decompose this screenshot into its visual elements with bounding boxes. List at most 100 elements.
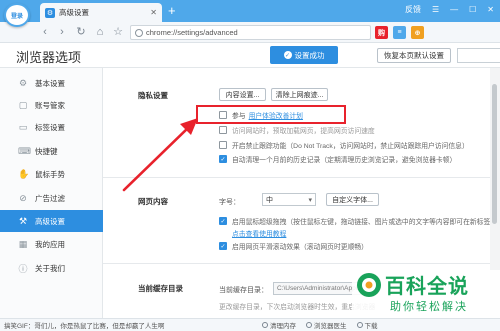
nav-bar: ‹ › ↻ ⌂ ☆ chrome://settings/advanced 购 ≡… (0, 22, 500, 43)
sidebar-item-label: 快捷键 (35, 146, 58, 156)
close-window-icon[interactable]: ✕ (487, 4, 494, 16)
minimize-icon[interactable]: — (450, 4, 458, 16)
restore-defaults-button[interactable]: 恢复本页默认设置 (377, 48, 451, 63)
save-success-toast: ✓ 设置成功 (270, 46, 338, 64)
memory-icon (262, 322, 268, 328)
favorites-icon[interactable]: ☆ (111, 26, 125, 39)
content-settings-button[interactable]: 内容设置... (219, 88, 266, 101)
maximize-icon[interactable]: ☐ (469, 4, 476, 16)
menu-icon[interactable]: ☰ (432, 4, 439, 16)
title-bar: ⚙ 高级设置 ✕ + 反馈 ☰ — ☐ ✕ (0, 0, 500, 22)
home-icon[interactable]: ⌂ (93, 26, 107, 39)
custom-font-button[interactable]: 自定义字体... (326, 193, 379, 206)
apps-icon: ▦ (18, 238, 28, 249)
page-info-icon (135, 28, 143, 37)
settings-tab-icon: ⚙ (45, 7, 55, 18)
sidebar-item-account[interactable]: ▢ 账号管家 (0, 94, 103, 116)
font-size-label: 字号： (219, 199, 240, 206)
font-size-select[interactable]: 中 ▾ (262, 193, 316, 206)
hand-icon: ✋ (18, 168, 30, 179)
sidebar-item-basic[interactable]: ⚙ 基本设置 (0, 72, 103, 94)
feedback-button[interactable]: 反馈 (405, 4, 421, 16)
status-news-ticker[interactable]: 搞笑GIF：哥们儿，你是热鼠了比赛，但是却赢了人生啊 (4, 320, 164, 330)
watermark-subtitle: 助你轻松解决 (390, 301, 468, 313)
web-content-section-title: 网页内容 (138, 197, 168, 206)
close-tab-icon[interactable]: ✕ (150, 8, 157, 17)
gear-icon: ⚙ (18, 77, 28, 88)
super-drag-tutorial[interactable]: 点击查看使用教程 (232, 228, 286, 238)
back-icon[interactable]: ‹ (38, 26, 52, 39)
tab-advanced-settings[interactable]: ⚙ 高级设置 ✕ (40, 3, 162, 22)
window-controls: 反馈 ☰ — ☐ ✕ (405, 4, 494, 16)
do-not-track-label: 开启禁止跟踪功能（Do Not Track，访问网站时，禁止网站跟踪用户访问信息… (232, 143, 469, 150)
download-label: 下载 (364, 323, 378, 330)
sidebar-item-label: 我的应用 (35, 239, 65, 249)
sidebar-item-label: 广告过滤 (35, 193, 65, 203)
check-icon: ✓ (283, 51, 292, 59)
tools-extension-icon[interactable]: ⊕ (411, 26, 424, 39)
settings-search-input[interactable] (457, 48, 500, 63)
prefetch-checkbox[interactable] (219, 126, 227, 134)
auto-clear-history-option[interactable]: ✓ 自动清理一个月前的历史记录（定期清理历史浏览记录，避免浏览器卡顿） (219, 154, 456, 164)
chevron-down-icon: ▾ (308, 196, 312, 204)
annotation-arrow (122, 118, 198, 192)
watermark-logo-icon (357, 273, 381, 297)
info-icon: ⓘ (18, 263, 28, 274)
super-drag-option[interactable]: ✓ 启用鼠标超级拖拽（按住鼠标左键，拖动链接、图片或选中的文字等内容即可在新标签… (219, 216, 500, 226)
watermark-title: 百科全说 (385, 276, 469, 298)
annotation-highlight-box (196, 105, 346, 124)
section-divider (103, 263, 490, 264)
sidebar-item-label: 关于我们 (35, 263, 65, 273)
sidebar-item-shortcuts[interactable]: ⌨ 快捷键 (0, 140, 103, 162)
browser-doctor-label: 浏览器医生 (314, 323, 347, 330)
browser-doctor-button[interactable]: 浏览器医生 (306, 320, 347, 330)
doctor-icon (306, 322, 312, 328)
auto-clear-checkbox[interactable]: ✓ (219, 155, 227, 163)
scrollbar-thumb[interactable] (492, 84, 497, 224)
page-title: 浏览器选项 (16, 50, 82, 65)
super-drag-checkbox[interactable]: ✓ (219, 217, 227, 225)
shopping-extension-icon[interactable]: 购 (375, 26, 388, 39)
save-success-text: 设置成功 (294, 50, 325, 60)
watermark: 百科全说 助你轻松解决 (352, 270, 500, 320)
block-icon: ⊘ (19, 192, 27, 203)
download-icon (356, 322, 363, 328)
new-tab-button[interactable]: + (168, 3, 176, 19)
sidebar-item-label: 基本设置 (35, 78, 65, 88)
sidebar-item-tabs[interactable]: ▭ 标签设置 (0, 116, 103, 138)
prefetch-option[interactable]: 访问网站时，预取加载网页，提高网页访问速度 (219, 125, 375, 135)
font-size-value: 中 (266, 196, 273, 204)
sidebar-item-adblock[interactable]: ⊘ 广告过滤 (0, 187, 103, 209)
login-badge[interactable]: 登录 (4, 3, 30, 27)
address-bar[interactable]: chrome://settings/advanced (130, 25, 371, 40)
status-tools: 清理内存 浏览器医生 下载 (262, 320, 378, 330)
smooth-scroll-label: 启用网页平滑滚动效果（滚动网页时更顺畅） (232, 244, 368, 251)
clear-history-button[interactable]: 清除上网痕迹... (271, 88, 328, 101)
auto-clear-label: 自动清理一个月前的历史记录（定期清理历史浏览记录，避免浏览器卡顿） (232, 157, 457, 164)
sidebar-item-gestures[interactable]: ✋ 鼠标手势 (0, 163, 103, 185)
sidebar-item-advanced[interactable]: ⚒ 高级设置 (0, 210, 103, 232)
smooth-scroll-option[interactable]: ✓ 启用网页平滑滚动效果（滚动网页时更顺畅） (219, 241, 368, 251)
sidebar-item-label: 鼠标手势 (35, 169, 65, 179)
clean-memory-button[interactable]: 清理内存 (262, 320, 296, 330)
reload-icon[interactable]: ↻ (74, 26, 88, 39)
settings-sidebar: ⚙ 基本设置 ▢ 账号管家 ▭ 标签设置 ⌨ 快捷键 ✋ 鼠标手势 ⊘ 广告过滤… (0, 68, 103, 318)
tab-title: 高级设置 (59, 8, 89, 17)
cache-section-title: 当前缓存目录 (138, 284, 183, 293)
reader-extension-icon[interactable]: ≡ (393, 26, 406, 39)
sidebar-item-label: 标签设置 (35, 122, 65, 132)
prefetch-label: 访问网站时，预取加载网页，提高网页访问速度 (232, 128, 375, 135)
sidebar-item-about[interactable]: ⓘ 关于我们 (0, 257, 103, 279)
tutorial-link[interactable]: 点击查看使用教程 (232, 228, 286, 238)
smooth-scroll-checkbox[interactable]: ✓ (219, 242, 227, 250)
do-not-track-checkbox[interactable] (219, 141, 227, 149)
sidebar-item-apps[interactable]: ▦ 我的应用 (0, 233, 103, 255)
cache-dir-label: 当前缓存目录： (219, 287, 268, 294)
forward-icon[interactable]: › (55, 26, 69, 39)
tab-icon: ▭ (18, 121, 28, 132)
status-bar: 搞笑GIF：哥们儿，你是热鼠了比赛，但是却赢了人生啊 清理内存 浏览器医生 下载 (0, 318, 500, 331)
do-not-track-option[interactable]: 开启禁止跟踪功能（Do Not Track，访问网站时，禁止网站跟踪用户访问信息… (219, 140, 469, 150)
clean-memory-label: 清理内存 (270, 323, 296, 330)
download-button[interactable]: 下载 (356, 320, 378, 330)
keyboard-icon: ⌨ (18, 145, 31, 156)
